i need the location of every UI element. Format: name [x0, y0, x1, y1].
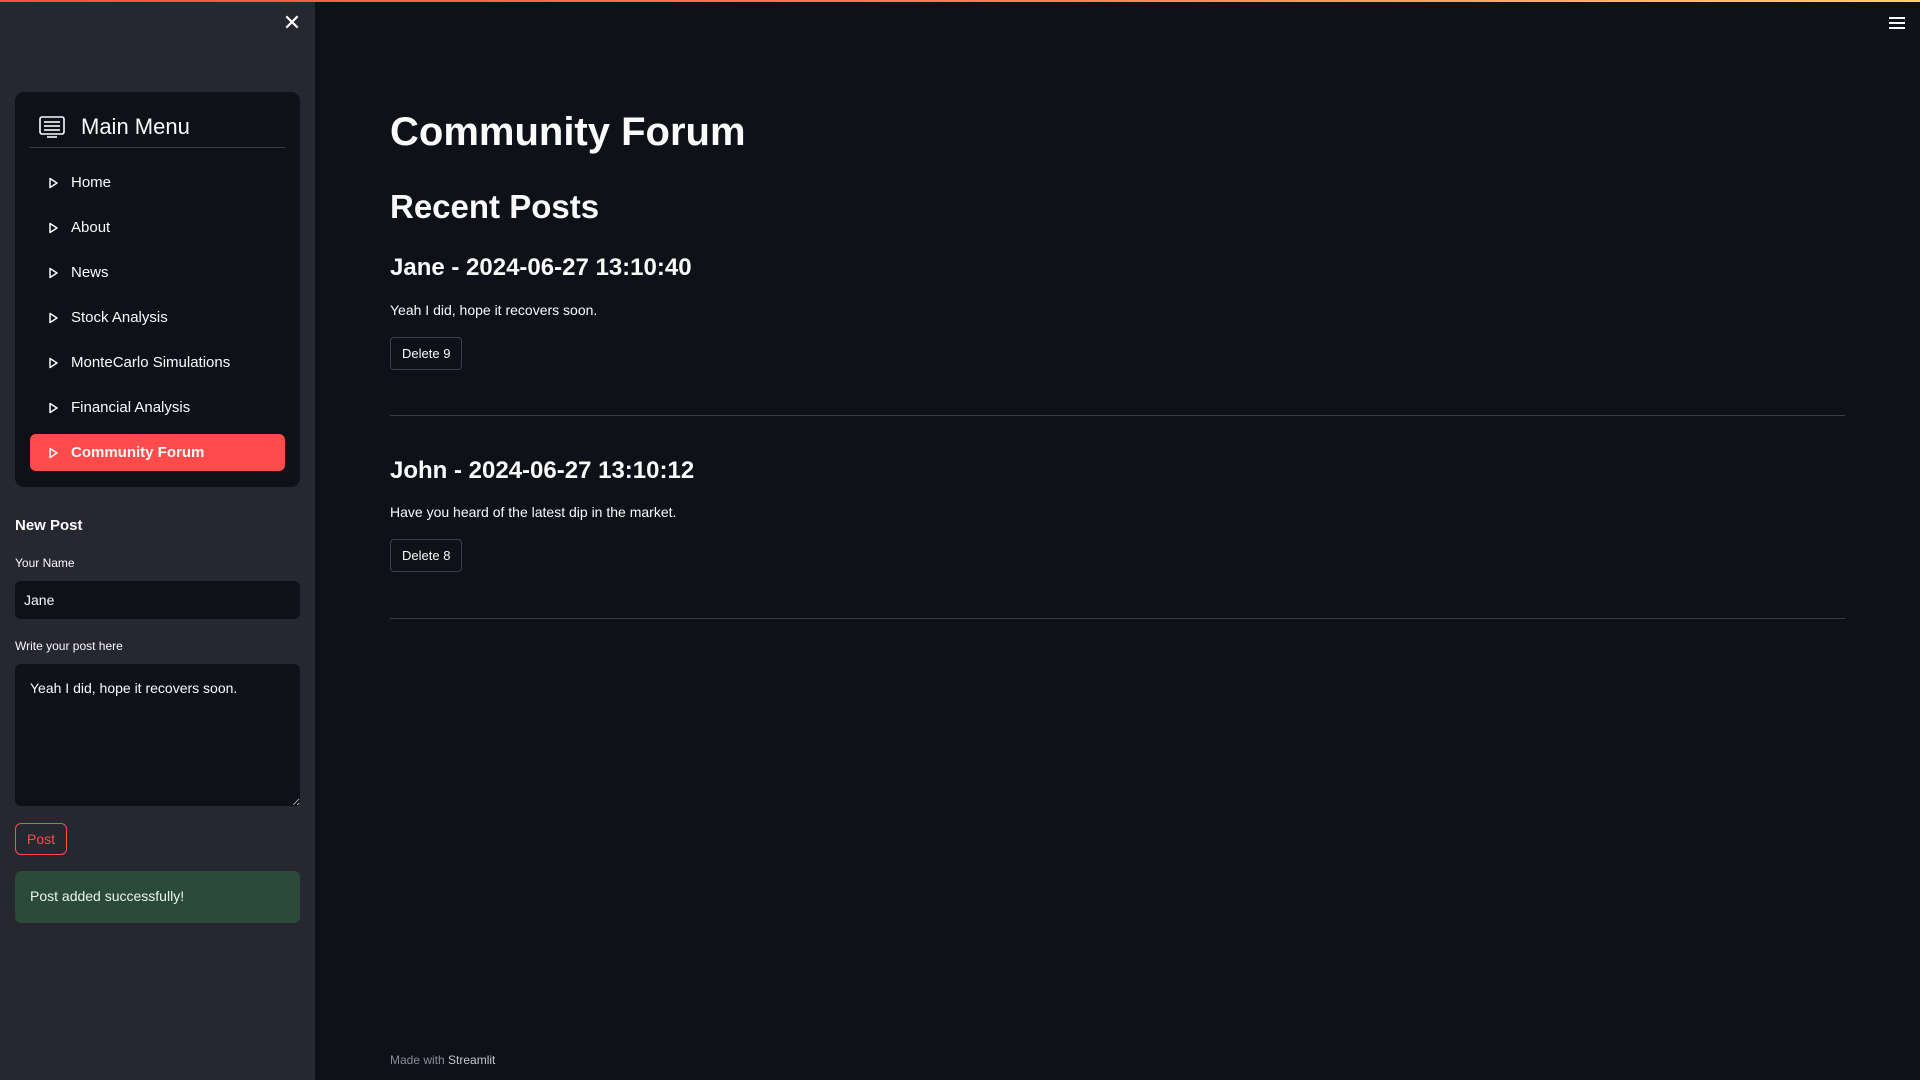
sidebar-item-label: News	[71, 264, 109, 281]
success-alert: Post added successfully!	[15, 871, 300, 923]
menu-header: Main Menu	[29, 106, 285, 148]
sidebar: ✕ Main Menu Home About News Stock Analys…	[0, 0, 315, 1080]
page-title: Community Forum	[390, 110, 746, 154]
delete-post-button[interactable]: Delete 9	[390, 337, 463, 370]
play-triangle-icon	[49, 267, 58, 278]
footer: Made with Streamlit	[390, 1053, 495, 1067]
streamlit-link[interactable]: Streamlit	[448, 1053, 495, 1067]
play-triangle-icon	[49, 312, 58, 323]
play-triangle-icon	[49, 357, 58, 368]
play-triangle-icon	[49, 402, 58, 413]
play-triangle-icon	[49, 447, 58, 458]
section-title: Recent Posts	[390, 188, 600, 225]
post-heading: Jane - 2024-06-27 13:10:40	[390, 254, 692, 281]
play-triangle-icon	[49, 222, 58, 233]
play-triangle-icon	[49, 177, 58, 188]
sidebar-item-montecarlo-simulations[interactable]: MonteCarlo Simulations	[30, 340, 285, 385]
post-body: Yeah I did, hope it recovers soon.	[390, 302, 598, 318]
post-body: Have you heard of the latest dip in the …	[390, 504, 677, 520]
menu-items: Home About News Stock Analysis MonteCarl…	[30, 160, 285, 471]
post-divider	[390, 415, 1845, 416]
name-input[interactable]	[15, 581, 300, 619]
sidebar-item-news[interactable]: News	[30, 250, 285, 295]
main-menu: Main Menu Home About News Stock Analysis	[15, 92, 300, 487]
name-field-label: Your Name	[15, 556, 75, 570]
post-button[interactable]: Post	[15, 823, 67, 855]
post-field-label: Write your post here	[15, 639, 123, 653]
footer-prefix: Made with	[390, 1053, 445, 1067]
sidebar-item-home[interactable]: Home	[30, 160, 285, 205]
top-accent-bar	[0, 0, 1920, 2]
sidebar-item-label: Financial Analysis	[71, 399, 191, 416]
sidebar-item-community-forum[interactable]: Community Forum	[30, 434, 285, 471]
menu-title: Main Menu	[81, 113, 190, 139]
sidebar-item-label: Community Forum	[71, 444, 205, 461]
menu-list-icon	[39, 115, 65, 138]
delete-post-button[interactable]: Delete 8	[390, 539, 463, 572]
hamburger-menu-icon[interactable]	[1889, 16, 1905, 30]
post-heading: John - 2024-06-27 13:10:12	[390, 457, 695, 484]
sidebar-item-label: About	[71, 219, 111, 236]
sidebar-item-label: Stock Analysis	[71, 309, 168, 326]
close-icon[interactable]: ✕	[280, 12, 304, 36]
sidebar-item-label: Home	[71, 174, 112, 191]
new-post-title: New Post	[15, 517, 83, 534]
post-divider	[390, 618, 1845, 619]
sidebar-item-label: MonteCarlo Simulations	[71, 354, 231, 371]
sidebar-item-stock-analysis[interactable]: Stock Analysis	[30, 295, 285, 340]
post-textarea[interactable]: Yeah I did, hope it recovers soon.	[15, 664, 300, 806]
sidebar-item-financial-analysis[interactable]: Financial Analysis	[30, 385, 285, 430]
sidebar-item-about[interactable]: About	[30, 205, 285, 250]
